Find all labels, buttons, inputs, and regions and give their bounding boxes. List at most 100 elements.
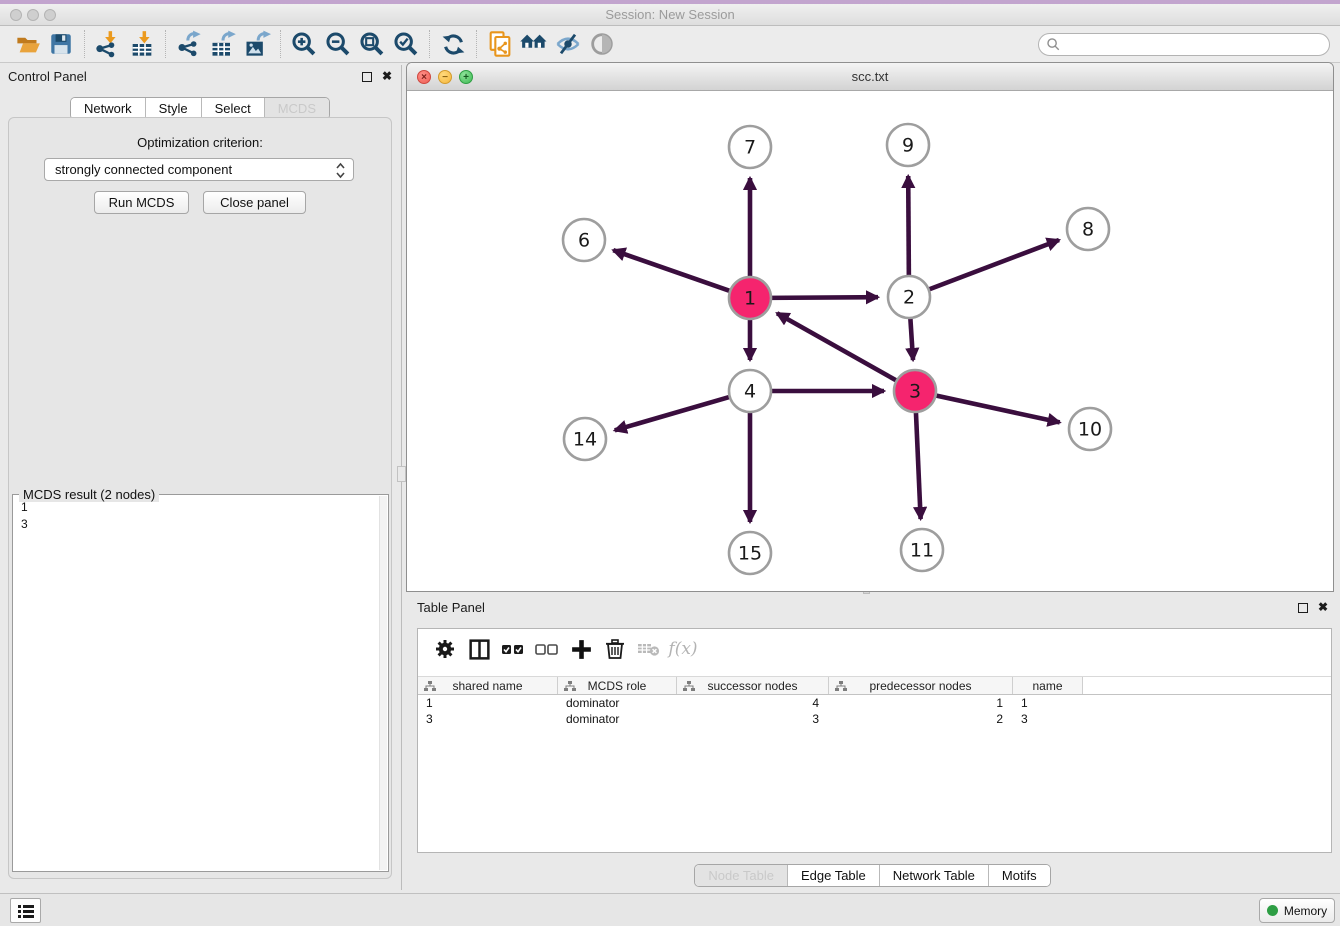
- criterion-dropdown[interactable]: strongly connected component: [44, 158, 354, 181]
- graph-edge-3-1[interactable]: [777, 313, 898, 381]
- tab-node-table[interactable]: Node Table: [695, 865, 788, 886]
- node-table: shared nameMCDS rolesuccessor nodesprede…: [418, 676, 1331, 727]
- show-column-icon[interactable]: [462, 634, 496, 664]
- column-header-predecessor-nodes[interactable]: predecessor nodes: [829, 677, 1013, 694]
- add-row-icon[interactable]: [564, 634, 598, 664]
- graph-edge-2-8[interactable]: [927, 240, 1059, 290]
- network-window-titlebar[interactable]: × − + scc.txt: [407, 63, 1333, 91]
- import-network-icon[interactable]: [91, 28, 125, 60]
- new-network-from-selection-icon[interactable]: [483, 28, 517, 60]
- graph-node-label: 2: [903, 287, 915, 309]
- panel-divider-handle[interactable]: [397, 466, 406, 482]
- tab-select[interactable]: Select: [202, 98, 265, 119]
- first-neighbors-icon[interactable]: [517, 28, 551, 60]
- export-image-icon[interactable]: [240, 28, 274, 60]
- network-canvas[interactable]: 7 9 6 8 1 2 4 3 14 10 15 11: [407, 91, 1333, 591]
- tab-edge-table[interactable]: Edge Table: [788, 865, 880, 886]
- result-scrollbar[interactable]: [379, 496, 387, 870]
- show-task-history-button[interactable]: [10, 898, 41, 923]
- network-minimize-button[interactable]: −: [438, 70, 452, 84]
- table-cell[interactable]: 3: [1013, 711, 1083, 727]
- network-canvas-svg[interactable]: 7 9 6 8 1 2 4 3 14 10 15 11: [407, 91, 1333, 591]
- table-row[interactable]: 3dominator323: [418, 711, 1331, 727]
- criterion-dropdown-value: strongly connected component: [55, 162, 232, 177]
- tab-mcds[interactable]: MCDS: [265, 98, 329, 119]
- graph-node-15[interactable]: 15: [729, 532, 771, 574]
- close-panel-button[interactable]: Close panel: [203, 191, 306, 214]
- graph-edge-3-11[interactable]: [916, 410, 921, 519]
- open-session-icon[interactable]: [10, 28, 44, 60]
- run-mcds-button[interactable]: Run MCDS: [94, 191, 189, 214]
- table-cell[interactable]: 1: [1013, 695, 1083, 711]
- column-type-icon: [835, 681, 847, 692]
- delete-row-icon[interactable]: [598, 634, 632, 664]
- graph-node-11[interactable]: 11: [901, 529, 943, 571]
- graph-node-1[interactable]: 1: [729, 277, 771, 319]
- graph-node-7[interactable]: 7: [729, 126, 771, 168]
- import-table-icon[interactable]: [125, 28, 159, 60]
- graph-node-10[interactable]: 10: [1069, 408, 1111, 450]
- toolbar-separator: [280, 30, 281, 58]
- graph-node-14[interactable]: 14: [564, 418, 606, 460]
- zoom-selected-icon[interactable]: [389, 28, 423, 60]
- graph-node-2[interactable]: 2: [888, 276, 930, 318]
- table-cell[interactable]: 1: [829, 695, 1013, 711]
- table-cell[interactable]: 2: [829, 711, 1013, 727]
- network-window-title: scc.txt: [407, 63, 1333, 90]
- zoom-fit-icon[interactable]: [355, 28, 389, 60]
- column-header-MCDS-role[interactable]: MCDS role: [558, 677, 677, 694]
- graph-edge-3-10[interactable]: [934, 395, 1060, 422]
- table-cell[interactable]: dominator: [558, 695, 677, 711]
- function-builder-label: f(x): [668, 639, 697, 659]
- minimize-window-button[interactable]: [27, 9, 39, 21]
- graph-edge-2-3[interactable]: [910, 316, 913, 360]
- tab-motifs[interactable]: Motifs: [989, 865, 1050, 886]
- application-window: Session: New Session: [0, 0, 1340, 926]
- float-table-panel-icon[interactable]: [1298, 603, 1308, 613]
- search-input[interactable]: [1038, 33, 1330, 56]
- float-panel-icon[interactable]: [362, 72, 372, 82]
- save-session-icon[interactable]: [44, 28, 78, 60]
- show-graphics-details-icon[interactable]: [585, 28, 619, 60]
- network-close-button[interactable]: ×: [417, 70, 431, 84]
- hide-graphics-details-icon[interactable]: [551, 28, 585, 60]
- table-cell[interactable]: dominator: [558, 711, 677, 727]
- control-panel-title: Control Panel: [8, 69, 87, 84]
- table-cell[interactable]: 3: [418, 711, 558, 727]
- graph-node-8[interactable]: 8: [1067, 208, 1109, 250]
- graph-edge-1-6[interactable]: [613, 250, 732, 292]
- tab-style[interactable]: Style: [146, 98, 202, 119]
- zoom-in-icon[interactable]: [287, 28, 321, 60]
- table-cell[interactable]: 3: [677, 711, 829, 727]
- table-cell[interactable]: 4: [677, 695, 829, 711]
- graph-node-9[interactable]: 9: [887, 124, 929, 166]
- graph-node-6[interactable]: 6: [563, 219, 605, 261]
- table-settings-icon[interactable]: [428, 634, 462, 664]
- mcds-result-text[interactable]: 1 3: [15, 499, 378, 869]
- graph-node-label: 15: [738, 543, 762, 565]
- column-header-shared-name[interactable]: shared name: [418, 677, 558, 694]
- column-header-name[interactable]: name: [1013, 677, 1083, 694]
- network-zoom-button[interactable]: +: [459, 70, 473, 84]
- table-cell[interactable]: 1: [418, 695, 558, 711]
- graph-edge-4-14[interactable]: [615, 396, 732, 430]
- memory-button[interactable]: Memory: [1259, 898, 1335, 923]
- graph-node-4[interactable]: 4: [729, 370, 771, 412]
- column-header-successor-nodes[interactable]: successor nodes: [677, 677, 829, 694]
- close-window-button[interactable]: [10, 9, 22, 21]
- tab-network[interactable]: Network: [71, 98, 146, 119]
- deselect-all-checkboxes-icon[interactable]: [530, 634, 564, 664]
- export-network-icon[interactable]: [172, 28, 206, 60]
- refresh-icon[interactable]: [436, 28, 470, 60]
- zoom-out-icon[interactable]: [321, 28, 355, 60]
- graph-node-3[interactable]: 3: [894, 370, 936, 412]
- tab-network-table[interactable]: Network Table: [880, 865, 989, 886]
- export-table-icon[interactable]: [206, 28, 240, 60]
- close-table-panel-icon[interactable]: ✖: [1318, 600, 1328, 614]
- graph-edge-1-2[interactable]: [769, 297, 878, 298]
- zoom-window-button[interactable]: [44, 9, 56, 21]
- select-all-checkboxes-icon[interactable]: [496, 634, 530, 664]
- table-row[interactable]: 1dominator411: [418, 695, 1331, 711]
- graph-edge-2-9[interactable]: [908, 176, 909, 278]
- close-panel-icon[interactable]: ✖: [382, 69, 392, 83]
